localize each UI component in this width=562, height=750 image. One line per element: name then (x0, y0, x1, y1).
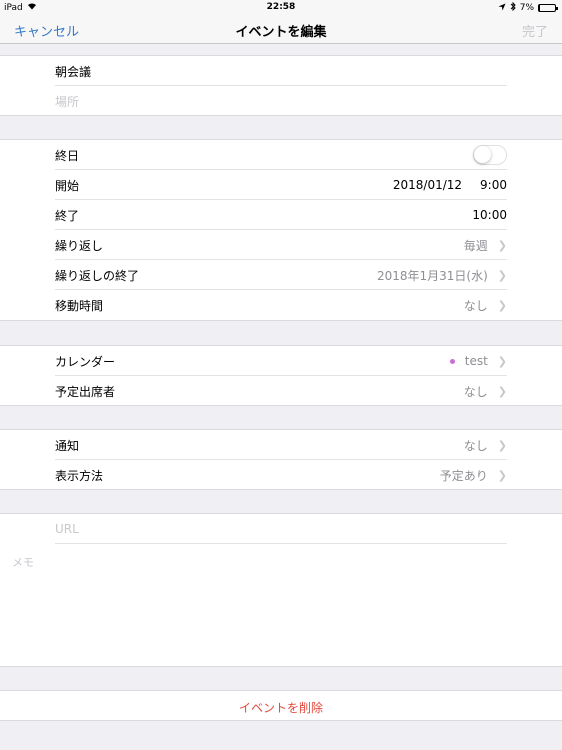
url-field[interactable]: URL (55, 514, 507, 544)
schedule-group: 終日 開始 2018/01/12 9:00 終了 10:00 繰り返し 毎週 ❯… (0, 139, 562, 321)
repeat-value: 毎週 (463, 238, 488, 253)
navigation-bar: キャンセル イベントを編集 完了 (0, 14, 562, 44)
location-placeholder: 場所 (55, 94, 80, 109)
battery-percent: 7% (519, 3, 534, 13)
chevron-right-icon: ❯ (497, 298, 507, 312)
repeat-row[interactable]: 繰り返し 毎週 ❯ (55, 230, 507, 260)
show-as-label: 表示方法 (55, 468, 104, 483)
chevron-right-icon: ❯ (497, 468, 507, 482)
chevron-right-icon: ❯ (497, 268, 507, 282)
event-info-group: 朝会議 場所 (0, 55, 562, 116)
done-button[interactable]: 完了 (522, 21, 548, 40)
travel-time-row[interactable]: 移動時間 なし ❯ (55, 290, 507, 320)
notes-field[interactable]: メモ (12, 554, 34, 570)
calendar-value: test (464, 354, 488, 368)
alert-row[interactable]: 通知 なし ❯ (55, 430, 507, 460)
alert-group: 通知 なし ❯ 表示方法 予定あり ❯ (0, 429, 562, 490)
start-time: 9:00 (480, 178, 507, 192)
chevron-right-icon: ❯ (497, 354, 507, 368)
delete-event-button[interactable]: イベントを削除 (0, 699, 562, 716)
calendar-group: カレンダー test ❯ 予定出席者 なし ❯ (0, 345, 562, 406)
notes-group: URL メモ (0, 513, 562, 667)
travel-time-label: 移動時間 (55, 298, 104, 313)
calendar-label: カレンダー (55, 354, 116, 369)
end-row[interactable]: 終了 10:00 (55, 200, 507, 230)
calendar-row[interactable]: カレンダー test ❯ (55, 346, 507, 376)
title-text: 朝会議 (55, 64, 92, 79)
repeat-end-value: 2018年1月31日(水) (376, 268, 488, 283)
battery-icon (538, 4, 558, 12)
repeat-label: 繰り返し (55, 238, 104, 253)
invitees-row[interactable]: 予定出席者 なし ❯ (55, 376, 507, 406)
show-as-value: 予定あり (439, 468, 488, 483)
alert-label: 通知 (55, 438, 80, 453)
show-as-row[interactable]: 表示方法 予定あり ❯ (55, 460, 507, 490)
invitees-label: 予定出席者 (55, 384, 116, 399)
url-placeholder: URL (55, 522, 79, 536)
page-title: イベントを編集 (235, 25, 327, 40)
start-row[interactable]: 開始 2018/01/12 9:00 (55, 170, 507, 200)
start-label: 開始 (55, 178, 80, 193)
end-label: 終了 (55, 208, 80, 223)
title-field[interactable]: 朝会議 (55, 56, 507, 86)
delete-group: イベントを削除 (0, 690, 562, 721)
toggle-knob (474, 146, 491, 163)
travel-time-value: なし (463, 298, 488, 313)
all-day-toggle[interactable] (473, 145, 507, 165)
all-day-label: 終日 (55, 148, 80, 163)
start-date: 2018/01/12 (392, 178, 463, 192)
all-day-row: 終日 (55, 140, 507, 170)
location-field[interactable]: 場所 (55, 86, 507, 116)
status-time: 22:58 (266, 2, 296, 12)
chevron-right-icon: ❯ (497, 438, 507, 452)
repeat-end-row[interactable]: 繰り返しの終了 2018年1月31日(水) ❯ (55, 260, 507, 290)
location-icon (498, 3, 506, 14)
end-time: 10:00 (472, 208, 507, 222)
alert-value: なし (463, 438, 488, 453)
repeat-end-label: 繰り返しの終了 (55, 268, 140, 283)
chevron-right-icon: ❯ (497, 238, 507, 252)
calendar-color-dot (449, 358, 455, 364)
chevron-right-icon: ❯ (497, 384, 507, 398)
status-bar: iPad 22:58 7% (0, 0, 562, 14)
bluetooth-icon (510, 1, 516, 14)
invitees-value: なし (463, 384, 488, 399)
